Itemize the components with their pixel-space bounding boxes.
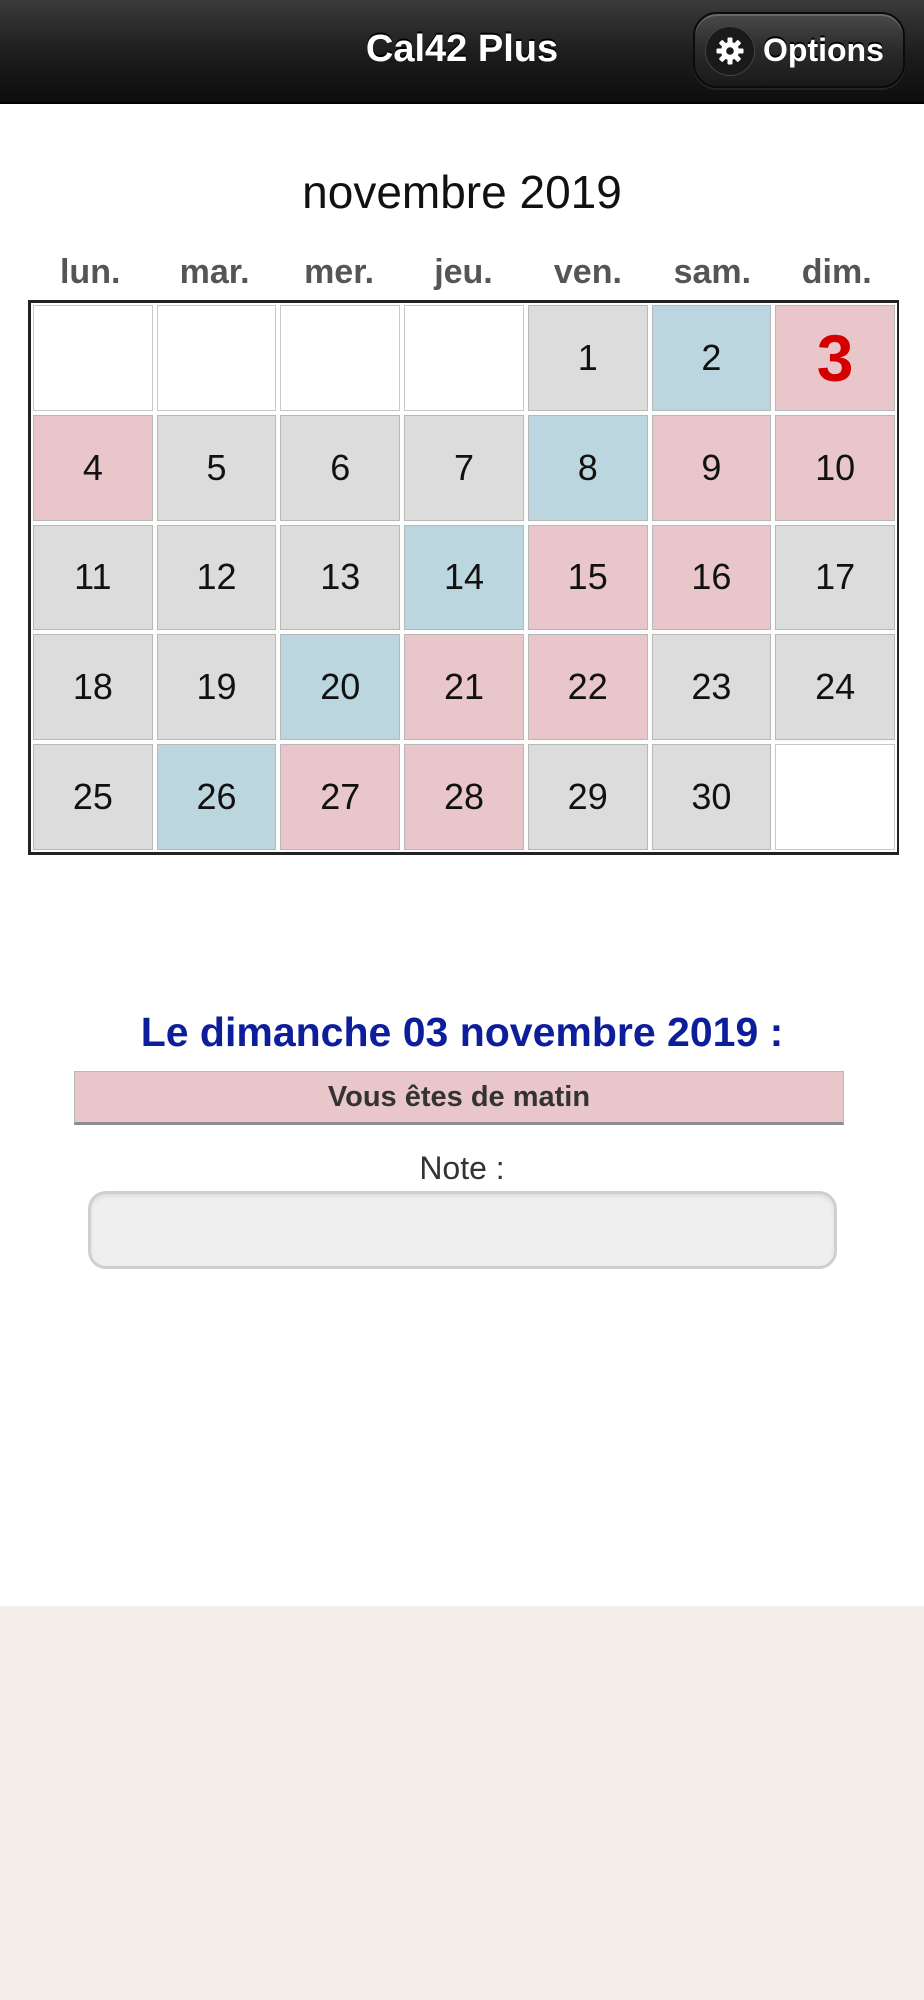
- day-cell[interactable]: 22: [525, 632, 650, 743]
- day-cell[interactable]: 28: [402, 742, 526, 852]
- day-cell[interactable]: 23: [649, 632, 774, 743]
- day-cell[interactable]: 2: [649, 303, 774, 413]
- day-cell[interactable]: 24: [773, 632, 897, 743]
- empty-day-cell: [278, 303, 403, 413]
- day-cell[interactable]: 4: [31, 412, 155, 523]
- day-cell[interactable]: 5: [154, 412, 279, 523]
- day-cell[interactable]: 19: [154, 632, 279, 743]
- day-cell[interactable]: 27: [278, 742, 403, 852]
- gear-icon: [705, 26, 755, 76]
- options-button[interactable]: Options: [693, 12, 905, 88]
- weekday-label: sam.: [673, 253, 752, 291]
- weekday-label: ven.: [553, 253, 622, 291]
- options-label: Options: [763, 32, 884, 68]
- weekday-label: jeu.: [434, 253, 493, 291]
- day-cell[interactable]: 30: [649, 742, 774, 852]
- day-cell[interactable]: 7: [402, 412, 526, 523]
- day-cell[interactable]: 9: [649, 412, 774, 523]
- shift-status-bar: Vous êtes de matin: [74, 1071, 844, 1125]
- header-bar: Cal42 Plus Options: [0, 0, 924, 104]
- day-cell[interactable]: 18: [31, 632, 155, 743]
- empty-day-cell: [773, 742, 897, 852]
- day-cell[interactable]: 17: [773, 522, 897, 633]
- weekday-label: mer.: [304, 253, 375, 291]
- weekday-label: lun.: [59, 253, 121, 291]
- note-input[interactable]: [88, 1191, 837, 1269]
- empty-day-cell: [31, 303, 155, 413]
- day-cell[interactable]: 16: [649, 522, 774, 633]
- day-cell[interactable]: 14: [402, 522, 526, 633]
- day-cell[interactable]: 29: [525, 742, 650, 852]
- day-cell[interactable]: 1: [525, 303, 650, 413]
- day-cell[interactable]: 8: [525, 412, 650, 523]
- empty-day-cell: [154, 303, 279, 413]
- day-cell[interactable]: 11: [31, 522, 155, 633]
- weekday-header: lun. mar. mer. jeu. ven. sam. dim.: [28, 248, 899, 296]
- day-cell[interactable]: 6: [278, 412, 403, 523]
- day-cell[interactable]: 26: [154, 742, 279, 852]
- day-cell[interactable]: 12: [154, 522, 279, 633]
- weekday-label: mar.: [179, 253, 250, 291]
- weekday-label: dim.: [801, 253, 872, 291]
- day-cell[interactable]: 20: [278, 632, 403, 743]
- note-label: Note :: [419, 1150, 505, 1186]
- app-screen: Cal42 Plus Options novembre 2019 lun. ma…: [0, 0, 924, 2000]
- selected-day-heading: Le dimanche 03 novembre 2019 :: [140, 1009, 784, 1055]
- calendar-grid: 1 2 3 4 5 6 7 8 9 10 11 12 13 14 15 16 17 18 19 20 21 22 23 24 2…: [28, 300, 899, 855]
- day-cell[interactable]: 15: [525, 522, 650, 633]
- day-cell[interactable]: 10: [773, 412, 897, 523]
- empty-day-cell: [402, 303, 526, 413]
- day-cell-selected[interactable]: 3: [773, 303, 897, 413]
- day-cell[interactable]: 13: [278, 522, 403, 633]
- day-cell[interactable]: 21: [402, 632, 526, 743]
- day-cell[interactable]: 25: [31, 742, 155, 852]
- month-title: novembre 2019: [302, 166, 622, 218]
